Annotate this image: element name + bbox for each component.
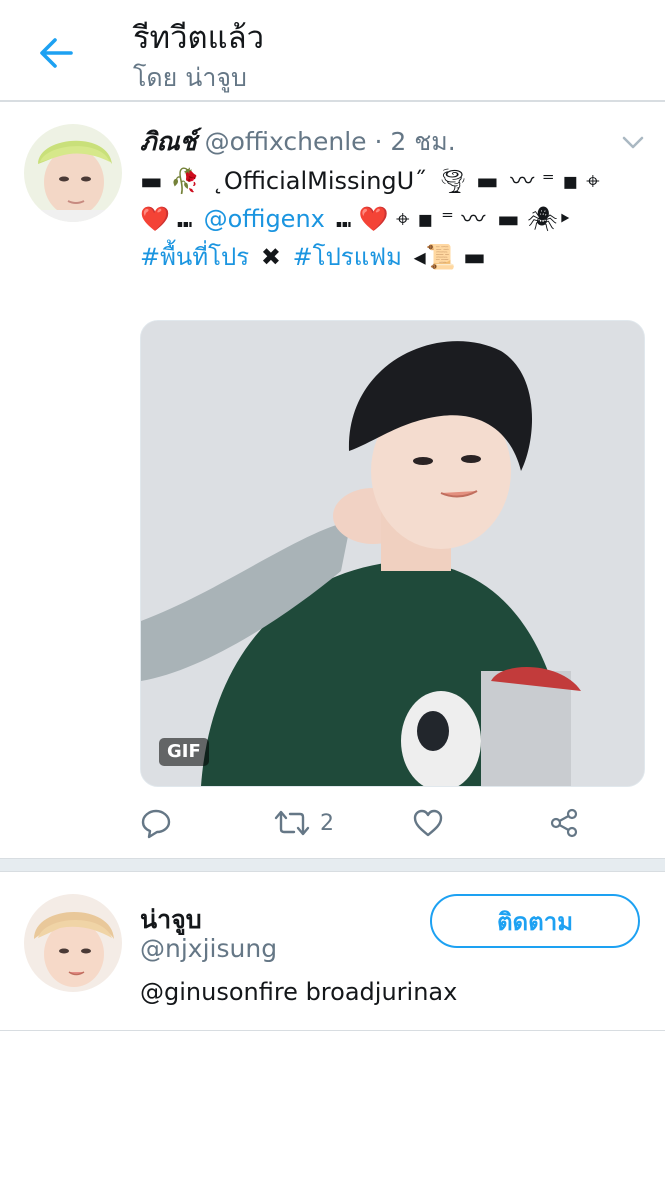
retweeter-avatar[interactable] [24,894,122,992]
tweet[interactable]: ภิณช์ @offixchenle · 2 ชม. ▬ 🥀 ˛Official… [0,102,665,858]
hashtag-link[interactable]: #โปรแฟม [293,243,402,271]
chevron-down-icon[interactable] [618,130,648,154]
back-button[interactable] [30,28,80,78]
retweet-button[interactable]: 2 [274,802,334,844]
tweet-text-segment: ˛OfficialMissingU˝ [211,167,427,195]
tweet-text-segment: ▬ 🕷‣ [497,205,572,233]
top-bar: รีทวีตแล้ว โดย น่าจูบ [0,0,665,102]
reply-icon [141,809,171,839]
heart-icon [413,809,443,837]
tweet-text-segment: ⑉ ❤️ ⌖ ▪ ⁼ 〰 [336,205,486,233]
follow-button[interactable]: ติดตาม [430,894,640,948]
tweet-header: ภิณช์ @offixchenle · 2 ชม. [140,122,645,162]
tweet-media-gif[interactable]: GIF [140,320,645,787]
tweet-author-avatar[interactable] [24,124,122,222]
page-subtitle: โดย น่าจูบ [133,63,247,92]
tweet-author-handle[interactable]: @offixchenle [205,127,367,156]
retweet-count: 2 [320,810,334,836]
tweet-text-segment: ✖ [260,243,281,271]
tweet-text-segment: ▬ 🥀 [140,167,201,195]
retweeter-card[interactable]: น่าจูบ @njxjisung @ginusonfire broadjuri… [0,872,665,1030]
retweet-icon [274,810,310,836]
tweet-actions: 2 [140,802,620,844]
retweeter-handle[interactable]: @njxjisung [140,934,277,963]
reply-button[interactable] [140,802,172,844]
list-divider [0,1030,665,1031]
like-button[interactable] [412,802,444,844]
tweet-text: ▬ 🥀 ˛OfficialMissingU˝ 🌪 ▬ 〰 ⁼ ▪ ⌖ ❤️ ⑉ … [140,162,630,276]
media-image [141,321,644,786]
tweet-text-segment: 🌪 ▬ [437,167,499,195]
meta-separator: · [374,127,391,156]
share-button[interactable] [548,802,580,844]
section-divider [0,858,665,872]
page-title: รีทวีตแล้ว [133,20,265,56]
hashtag-link[interactable]: #พื้นที่โปร [140,243,249,271]
gif-badge: GIF [159,738,209,766]
tweet-time: 2 ชม. [390,127,456,156]
tweet-text-segment: ◂📜 ▬ [413,243,486,271]
retweeter-bio: @ginusonfire broadjurinax [140,978,458,1006]
tweet-author-name[interactable]: ภิณช์ [140,127,197,156]
share-icon [550,808,578,838]
arrow-left-icon [40,38,73,68]
mention-link[interactable]: @offigenx [204,205,325,233]
